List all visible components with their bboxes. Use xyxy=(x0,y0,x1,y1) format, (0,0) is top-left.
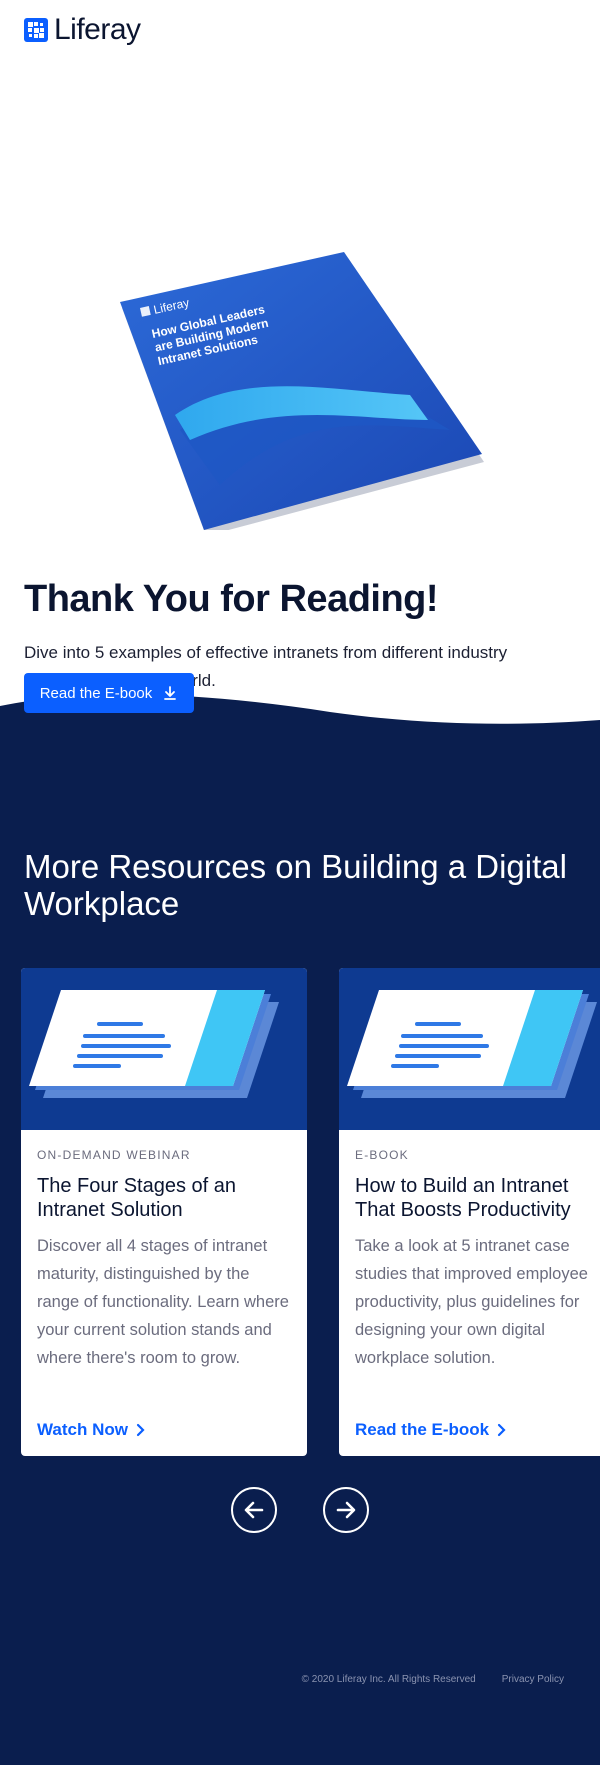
logo-text: Liferay xyxy=(54,13,141,46)
card-link-label: Watch Now xyxy=(37,1420,128,1439)
resource-card-ebook[interactable]: E-BOOK How to Build an Intranet That Boo… xyxy=(339,968,600,1456)
read-ebook-label: Read the E-book xyxy=(39,684,153,702)
privacy-policy-link[interactable]: Privacy Policy xyxy=(502,1674,564,1685)
card-type: E-BOOK xyxy=(355,1148,409,1162)
card-link-label: Read the E-book xyxy=(355,1420,490,1439)
resources-title: More Resources on Building a Digital Wor… xyxy=(24,848,567,922)
ebook-cover-image: Liferay How Global Leaders are Building … xyxy=(110,250,490,536)
card-type: ON-DEMAND WEBINAR xyxy=(37,1148,191,1162)
read-ebook-link[interactable]: Read the E-book xyxy=(355,1420,507,1440)
arrow-right-icon xyxy=(336,1501,356,1519)
card-image xyxy=(339,968,600,1130)
card-description: Discover all 4 stages of intranet maturi… xyxy=(37,1237,289,1367)
page-title: Thank You for Reading! xyxy=(24,578,439,620)
watch-now-link[interactable]: Watch Now xyxy=(37,1420,146,1440)
copyright-text: © 2020 Liferay Inc. All Rights Reserved xyxy=(301,1674,476,1685)
resource-card-webinar[interactable]: ON-DEMAND WEBINAR The Four Stages of an … xyxy=(21,968,307,1456)
footer: © 2020 Liferay Inc. All Rights Reserved … xyxy=(302,1674,564,1685)
carousel-prev-button[interactable] xyxy=(231,1487,277,1533)
hero-section: Liferay How Global Leaders are Building … xyxy=(0,60,600,780)
carousel-next-button[interactable] xyxy=(323,1487,369,1533)
card-description: Take a look at 5 intranet case studies t… xyxy=(355,1237,588,1367)
chevron-right-icon xyxy=(136,1423,145,1437)
logo[interactable]: Liferay xyxy=(24,13,141,47)
arrow-left-icon xyxy=(244,1501,264,1519)
card-image xyxy=(21,968,307,1130)
header: Liferay xyxy=(0,0,600,60)
read-ebook-button[interactable]: Read the E-book xyxy=(24,673,194,713)
chevron-right-icon xyxy=(498,1423,506,1437)
card-title: The Four Stages of an Intranet Solution xyxy=(37,1175,237,1221)
card-title: How to Build an Intranet That Boosts Pro… xyxy=(355,1175,571,1221)
download-icon xyxy=(164,686,177,700)
liferay-logo-icon xyxy=(24,18,48,42)
